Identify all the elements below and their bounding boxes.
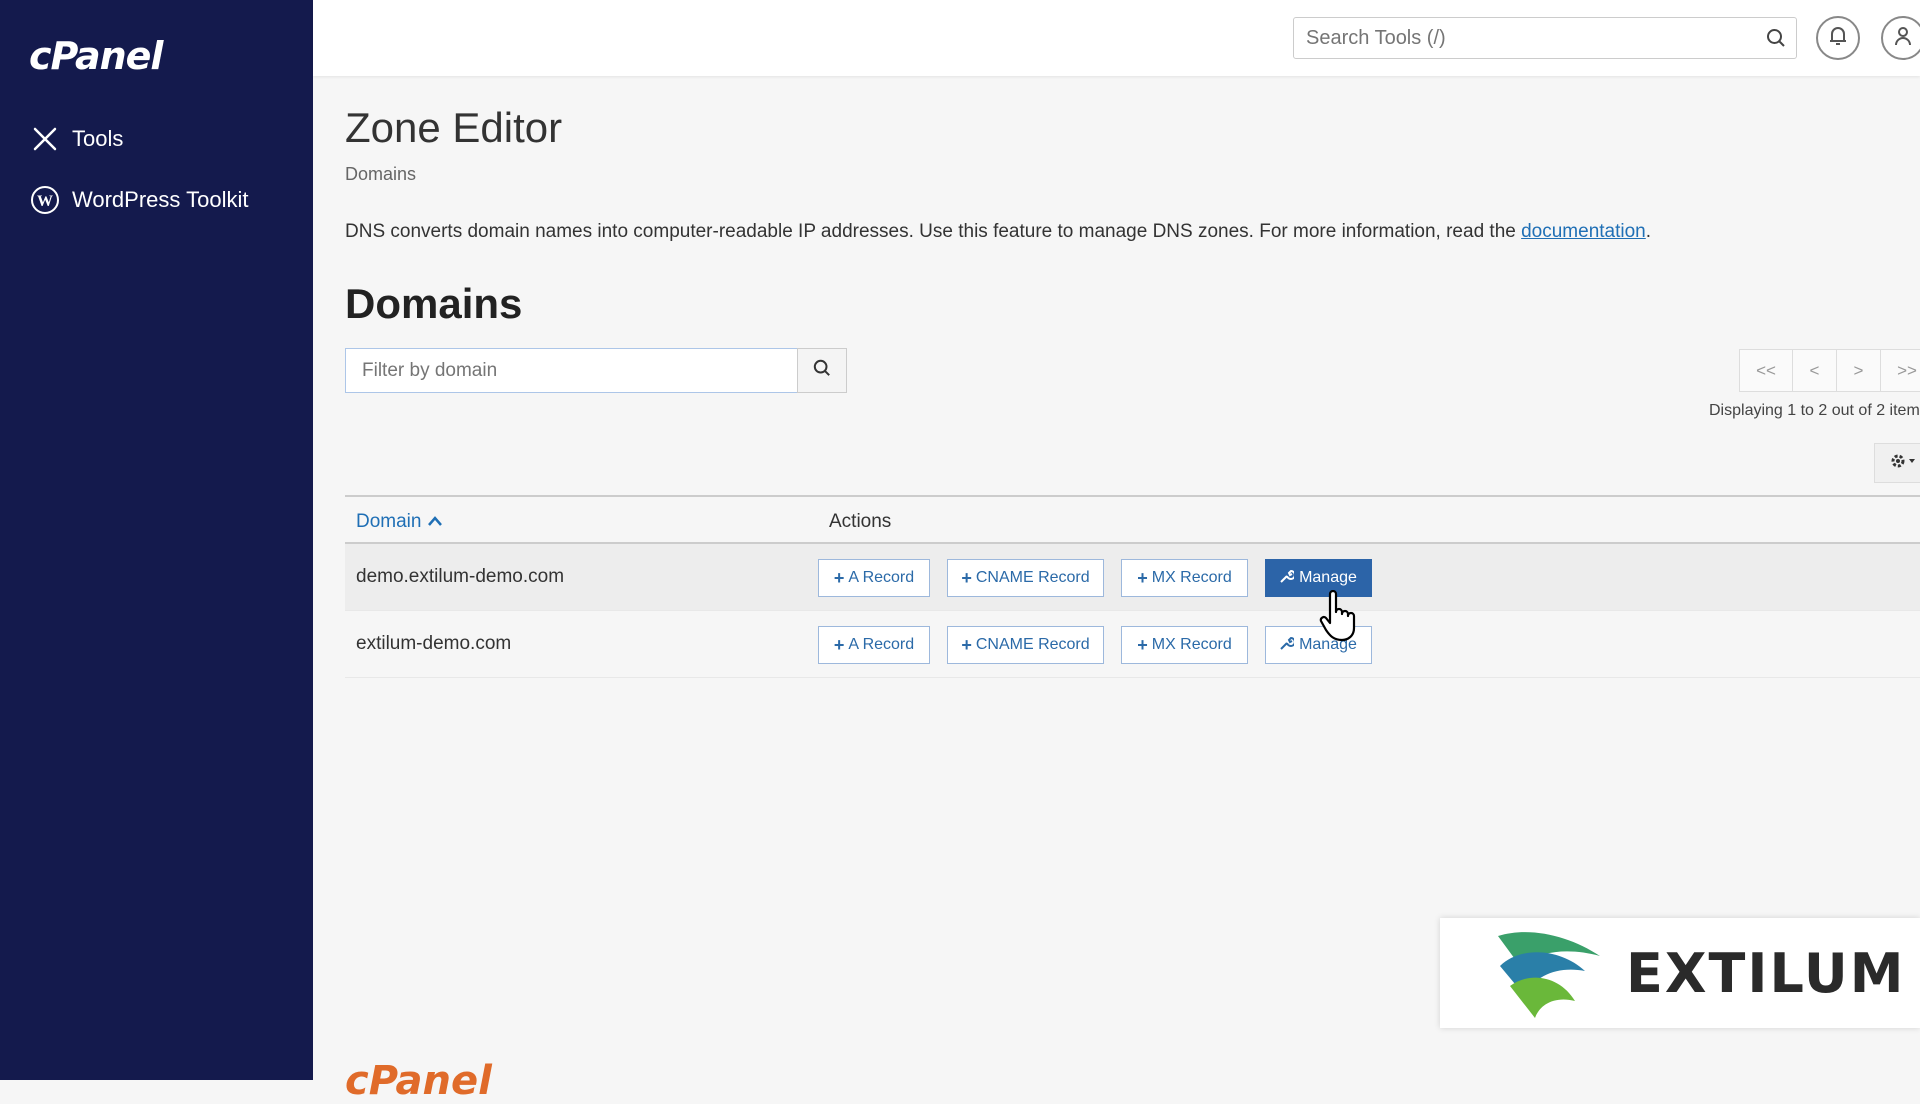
- a-record-button[interactable]: + A Record: [818, 626, 930, 664]
- filter-search-button[interactable]: [797, 348, 847, 393]
- cpanel-logo[interactable]: cPanel: [29, 34, 163, 78]
- user-icon: [1893, 25, 1913, 52]
- mx-record-label: MX Record: [1151, 569, 1232, 586]
- sidebar-item-label: Tools: [72, 126, 124, 151]
- a-record-button[interactable]: + A Record: [818, 559, 930, 597]
- sidebar: cPanel Tools W WordPress Toolkit: [0, 0, 313, 1080]
- breadcrumb: Domains: [345, 164, 417, 184]
- pager-next-button[interactable]: >: [1836, 349, 1881, 392]
- domains-table: Domain Actions demo.extilum-demo.com + A …: [345, 495, 1920, 678]
- cname-record-label: CNAME Record: [975, 636, 1090, 653]
- pager-first-button[interactable]: <<: [1739, 349, 1793, 392]
- display-info: Displaying 1 to 2 out of 2 items: [1709, 402, 1920, 419]
- cname-record-button[interactable]: + CNAME Record: [947, 626, 1104, 664]
- mx-record-button[interactable]: + MX Record: [1121, 626, 1248, 664]
- description-text: DNS converts domain names into computer-…: [345, 221, 1522, 242]
- plus-icon: +: [833, 567, 845, 588]
- chevron-up-icon: [427, 511, 443, 532]
- plus-icon: +: [961, 634, 972, 655]
- table-header: Domain Actions: [345, 495, 1920, 544]
- gear-icon: [1889, 452, 1917, 475]
- user-menu-button[interactable]: [1881, 16, 1920, 60]
- search-icon: [813, 359, 831, 382]
- svg-text:W: W: [37, 193, 53, 210]
- column-domain-label: Domain: [356, 511, 422, 532]
- wrench-icon: [1280, 636, 1296, 655]
- column-actions-header: Actions: [829, 511, 892, 532]
- plus-icon: +: [1137, 634, 1148, 655]
- plus-icon: +: [961, 567, 972, 588]
- pager-prev-button[interactable]: <: [1792, 349, 1837, 392]
- filter-field: [345, 348, 798, 393]
- filter-input[interactable]: [346, 349, 797, 392]
- notifications-button[interactable]: [1816, 16, 1860, 60]
- domains-section-title: Domains: [345, 280, 523, 327]
- mx-record-label: MX Record: [1151, 636, 1232, 653]
- domain-cell: demo.extilum-demo.com: [356, 566, 565, 587]
- mx-record-button[interactable]: + MX Record: [1121, 559, 1248, 597]
- search-tools: [1293, 17, 1797, 59]
- plus-icon: +: [833, 634, 845, 655]
- search-icon[interactable]: [1766, 28, 1786, 53]
- extilum-watermark: EXTILUM: [1440, 918, 1920, 1028]
- wrench-icon: [1280, 569, 1296, 588]
- footer-cpanel-logo: cPanel: [345, 1058, 492, 1104]
- cname-record-button[interactable]: + CNAME Record: [947, 559, 1104, 597]
- page-title: Zone Editor: [345, 104, 563, 151]
- description-end: .: [1645, 221, 1652, 242]
- a-record-label: A Record: [848, 569, 915, 586]
- documentation-link[interactable]: documentation: [1521, 221, 1646, 242]
- pager-last-button[interactable]: >>: [1880, 349, 1920, 392]
- sidebar-item-label: WordPress Toolkit: [72, 187, 249, 212]
- cname-record-label: CNAME Record: [975, 569, 1090, 586]
- extilum-brand: EXTILUM: [1626, 942, 1906, 1005]
- search-input[interactable]: [1294, 18, 1734, 58]
- a-record-label: A Record: [848, 636, 915, 653]
- hand-cursor-icon: [1318, 589, 1358, 647]
- table-row: extilum-demo.com + A Record + CNAME Record…: [345, 611, 1920, 678]
- manage-label: Manage: [1299, 569, 1357, 586]
- sort-domain-header[interactable]: Domain: [356, 511, 443, 533]
- domain-cell: extilum-demo.com: [356, 633, 512, 654]
- plus-icon: +: [1137, 567, 1148, 588]
- page-description: DNS converts domain names into computer-…: [345, 221, 1651, 243]
- sidebar-item-wordpress-toolkit[interactable]: W WordPress Toolkit: [30, 185, 248, 215]
- extilum-logo-icon: [1490, 926, 1610, 1027]
- settings-dropdown-button[interactable]: [1874, 443, 1920, 483]
- bell-icon: [1828, 25, 1848, 52]
- wordpress-icon: W: [30, 185, 60, 215]
- table-row: demo.extilum-demo.com + A Record + CNAME R…: [345, 544, 1920, 611]
- tools-icon: [30, 124, 60, 154]
- sidebar-item-tools[interactable]: Tools: [30, 124, 123, 154]
